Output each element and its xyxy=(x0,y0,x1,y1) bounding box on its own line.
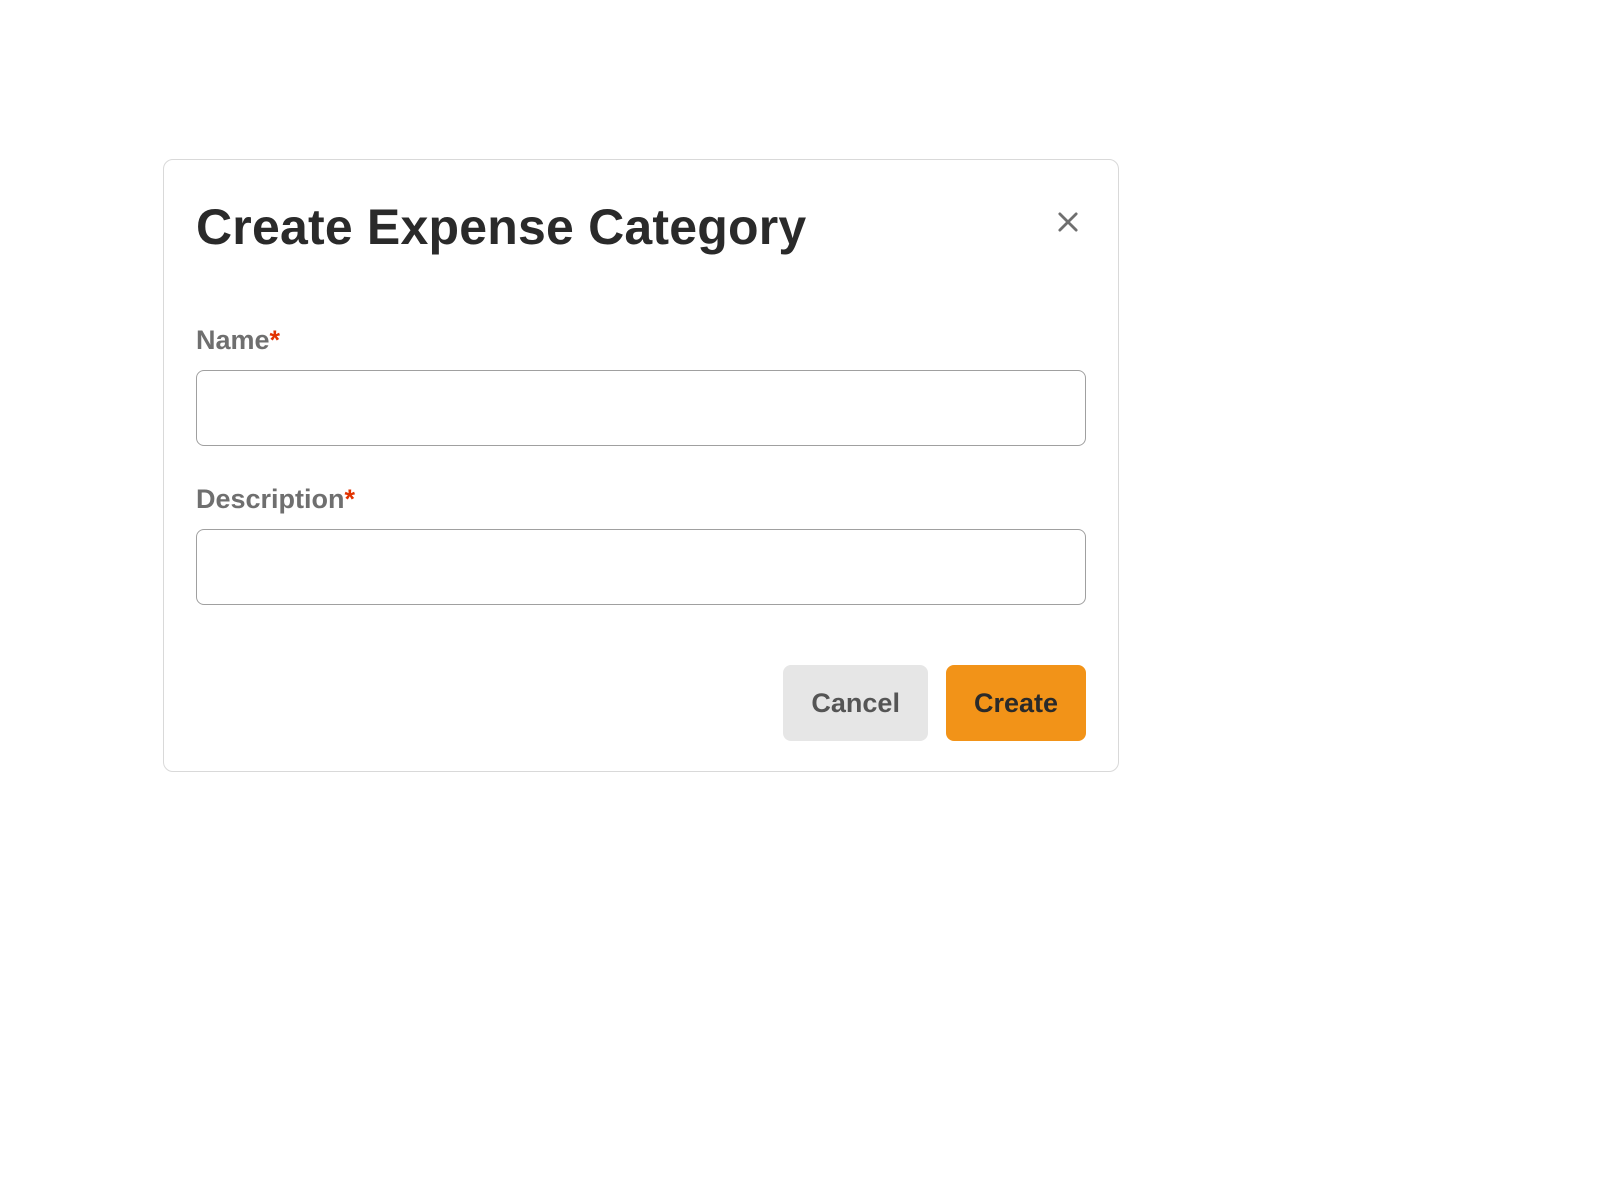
description-input[interactable] xyxy=(196,529,1086,605)
dialog-footer: Cancel Create xyxy=(196,665,1086,741)
create-button[interactable]: Create xyxy=(946,665,1086,741)
name-label-text: Name xyxy=(196,325,270,355)
cancel-button[interactable]: Cancel xyxy=(783,665,928,741)
close-button[interactable] xyxy=(1050,204,1086,240)
required-marker: * xyxy=(345,484,356,514)
name-label: Name* xyxy=(196,325,1086,356)
dialog-header: Create Expense Category xyxy=(196,200,1086,255)
close-icon xyxy=(1054,208,1082,236)
description-label-text: Description xyxy=(196,484,345,514)
description-label: Description* xyxy=(196,484,1086,515)
description-field-group: Description* xyxy=(196,484,1086,605)
name-field-group: Name* xyxy=(196,325,1086,446)
create-expense-category-dialog: Create Expense Category Name* Descriptio… xyxy=(163,159,1119,772)
required-marker: * xyxy=(270,325,281,355)
dialog-title: Create Expense Category xyxy=(196,200,806,255)
name-input[interactable] xyxy=(196,370,1086,446)
